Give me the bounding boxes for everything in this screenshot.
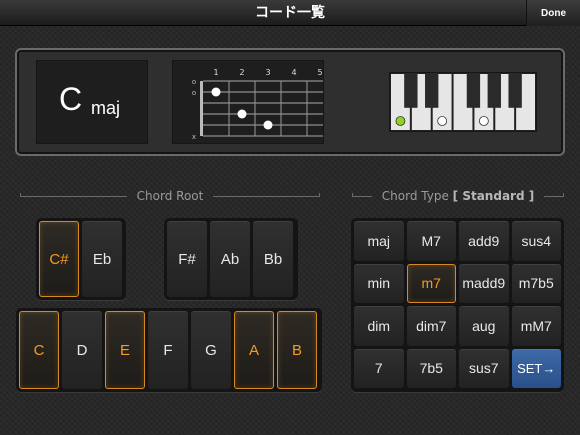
chord-type-m7-label: M7 (421, 232, 441, 249)
root-key-a[interactable]: A (234, 311, 274, 389)
chord-type-sus4-label: sus4 (521, 232, 552, 249)
root-key-e[interactable]: E (105, 311, 145, 389)
fret-number: 5 (317, 68, 322, 77)
chord-root-text: C (59, 81, 83, 117)
chord-display-panel: C maj 1 2 3 4 5 oo x (15, 48, 565, 156)
chord-type-add9-label: add9 (468, 232, 500, 249)
chord-type-aug[interactable]: aug (459, 306, 509, 346)
chord-type-maj[interactable]: maj (354, 221, 404, 261)
chord-type-m7[interactable]: M7 (406, 221, 456, 261)
open-string-marker: o (192, 89, 196, 97)
chord-type-m7-label: m7 (421, 275, 441, 292)
chord-type-madd9[interactable]: madd9 (459, 263, 509, 303)
chord-type-text: maj (91, 98, 121, 118)
chord-type-maj-label: maj (367, 232, 391, 249)
chord-type-mode: [ Standard ] (452, 189, 535, 203)
note-dot (437, 116, 448, 126)
chord-type-m7b5-label: m7b5 (518, 275, 554, 292)
fretboard-diagram: 1 2 3 4 5 oo x (172, 60, 337, 144)
muted-string-marker: x (192, 133, 196, 141)
root-key-f-sharp[interactable]: F# (167, 221, 207, 297)
natural-notes-group: CDEFGAB (16, 308, 322, 392)
keyboard-svg (390, 73, 537, 131)
chord-type-min[interactable]: min (354, 263, 404, 303)
root-key-e-label: E (119, 341, 130, 359)
chord-type-7b5[interactable]: 7b5 (406, 348, 456, 388)
black-key (404, 73, 418, 108)
set-button-label: SET (517, 360, 543, 376)
root-key-ab[interactable]: Ab (210, 221, 250, 297)
chord-type-dim[interactable]: dim (354, 306, 404, 346)
chord-type-min-label: min (367, 275, 391, 292)
finger-dot (237, 109, 247, 119)
fretboard-nut (200, 81, 203, 136)
root-key-eb-label: Eb (92, 250, 112, 268)
keyboard-diagram (389, 72, 537, 132)
root-key-c-sharp-label: C# (49, 250, 69, 268)
root-key-f[interactable]: F (148, 311, 188, 389)
chord-type-7-label: 7 (374, 360, 383, 377)
done-button[interactable]: Done (526, 0, 580, 26)
root-key-eb[interactable]: Eb (82, 221, 122, 297)
root-key-d[interactable]: D (62, 311, 102, 389)
root-key-b-label: B (291, 341, 302, 359)
chord-root-label: Chord Root (136, 189, 204, 203)
chord-type-sus4[interactable]: sus4 (511, 221, 561, 261)
root-key-d-label: D (76, 341, 88, 359)
chord-type-m7[interactable]: m7 (406, 263, 456, 303)
fret-number: 3 (265, 68, 270, 77)
chord-type-m7b5[interactable]: m7b5 (511, 263, 561, 303)
chord-type-dim7-label: dim7 (416, 317, 447, 334)
chord-type-header: Chord Type [ Standard ] (352, 189, 565, 203)
root-key-c-sharp[interactable]: C# (39, 221, 79, 297)
root-note-dot (395, 116, 406, 126)
chord-type-label: Chord Type [ Standard ] (381, 189, 535, 203)
chord-type-sus7-label: sus7 (468, 360, 499, 377)
black-key (466, 73, 481, 108)
finger-dot (211, 87, 221, 97)
fret-number: 4 (291, 68, 296, 77)
fretboard-svg: 1 2 3 4 5 oo x (192, 68, 337, 141)
black-key (425, 73, 439, 108)
chord-type-madd9-label: madd9 (462, 275, 506, 292)
root-key-g-label: G (205, 341, 217, 359)
black-key (508, 73, 522, 108)
root-key-c-label: C (33, 341, 45, 359)
title-bar: コード一覧 Done (0, 0, 580, 26)
finger-dot (263, 120, 273, 130)
arrow-right-icon: → (542, 360, 556, 376)
sharp-flat-group-right: F# Ab Bb (164, 218, 298, 300)
chord-type-aug-label: aug (472, 317, 496, 334)
fret-number: 1 (213, 68, 218, 77)
chord-name-display: C maj (36, 60, 148, 144)
page-title: コード一覧 (255, 5, 325, 21)
fret-number: 2 (239, 68, 244, 77)
chord-type-sus7[interactable]: sus7 (459, 348, 509, 388)
root-key-f-label: F (163, 341, 173, 359)
chord-type-mm7-label: mM7 (520, 317, 552, 334)
root-key-a-label: A (248, 341, 259, 359)
root-key-g[interactable]: G (191, 311, 231, 389)
open-string-marker: o (192, 78, 196, 86)
chord-type-grid: maj M7 add9 sus4 min m7 madd9 m7b5 dim dim7 aug mM7… (351, 218, 564, 392)
chord-type-add9[interactable]: add9 (459, 221, 509, 261)
set-button[interactable]: SET → (511, 348, 561, 388)
root-key-b[interactable]: B (277, 311, 317, 389)
chord-type-7b5-label: 7b5 (419, 360, 443, 377)
root-key-bb-label: Bb (263, 250, 283, 268)
root-key-c[interactable]: C (19, 311, 59, 389)
root-key-bb[interactable]: Bb (253, 221, 293, 297)
chord-root-header: Chord Root (20, 189, 321, 203)
sharp-flat-group-left: C# Eb (36, 218, 126, 300)
black-key (487, 73, 501, 108)
chord-type-mm7[interactable]: mM7 (511, 306, 561, 346)
root-key-f-sharp-label: F# (178, 250, 196, 268)
chord-type-dim-label: dim (367, 317, 391, 334)
root-key-ab-label: Ab (220, 250, 240, 268)
chord-type-dim7[interactable]: dim7 (406, 306, 456, 346)
chord-type-7[interactable]: 7 (354, 348, 404, 388)
note-dot (478, 116, 489, 126)
